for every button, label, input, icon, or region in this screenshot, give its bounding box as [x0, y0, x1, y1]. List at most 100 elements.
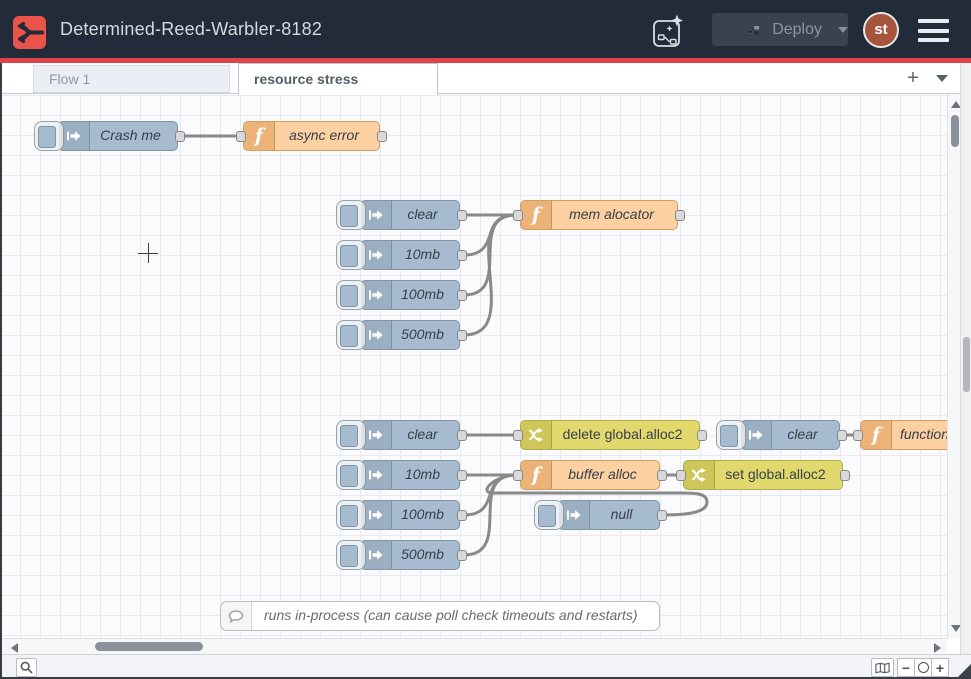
- output-port[interactable]: [657, 470, 667, 481]
- tab-label: Flow 1: [49, 71, 90, 87]
- main-menu-icon[interactable]: [918, 19, 949, 42]
- node-label: set global.alloc2: [715, 461, 836, 488]
- user-avatar[interactable]: st: [863, 12, 899, 48]
- wire-500mb-mem-to-mem-alocator[interactable]: [464, 215, 516, 335]
- window-scrollbar[interactable]: [960, 63, 971, 679]
- node-label: 100mb: [392, 281, 453, 308]
- output-port[interactable]: [175, 131, 185, 142]
- node-500mb-buf[interactable]: 500mb: [360, 540, 460, 570]
- node-crash-me[interactable]: Crash me: [58, 121, 178, 151]
- output-port[interactable]: [457, 290, 467, 301]
- node-100mb-buf[interactable]: 100mb: [360, 500, 460, 530]
- inject-trigger-inner: [340, 425, 358, 447]
- node-label: clear: [772, 421, 833, 448]
- inject-trigger-inner: [340, 545, 358, 567]
- node-500mb-mem[interactable]: 500mb: [360, 320, 460, 350]
- zoom-out-button[interactable]: −: [897, 658, 915, 677]
- zoom-in-button[interactable]: +: [931, 658, 949, 677]
- vertical-scroll-thumb[interactable]: [951, 115, 959, 147]
- input-port[interactable]: [513, 430, 523, 441]
- output-port[interactable]: [377, 131, 387, 142]
- node-label: 10mb: [392, 241, 453, 268]
- output-port[interactable]: [457, 330, 467, 341]
- output-port[interactable]: [675, 210, 685, 221]
- input-port[interactable]: [676, 470, 686, 481]
- horizontal-scroll-thumb[interactable]: [95, 642, 203, 651]
- deploy-button[interactable]: Deploy: [712, 13, 848, 46]
- output-port[interactable]: [457, 250, 467, 261]
- node-red-editor: Determined-Reed-Warbler-8182 Deploy st: [0, 0, 971, 679]
- ai-assistant-icon[interactable]: [650, 12, 688, 50]
- input-port[interactable]: [236, 131, 246, 142]
- add-flow-button[interactable]: +: [900, 65, 926, 91]
- inject-icon: [361, 201, 392, 229]
- output-port[interactable]: [840, 470, 850, 481]
- node-label: null: [590, 501, 653, 528]
- search-button[interactable]: [16, 658, 37, 677]
- node-clear-fn[interactable]: clear: [740, 420, 840, 450]
- tab-flow-1[interactable]: Flow 1: [33, 65, 230, 93]
- node-comment[interactable]: runs in-process (can cause poll check ti…: [220, 601, 660, 631]
- resize-grip: [956, 664, 971, 679]
- node-label: buffer alloc: [552, 461, 653, 488]
- node-label: delete global.alloc2: [552, 421, 693, 448]
- node-clear-mem[interactable]: clear: [360, 200, 460, 230]
- node-label: async error: [275, 122, 373, 149]
- editor-footer: − +: [0, 654, 971, 679]
- flow-list-caret-icon[interactable]: [936, 75, 948, 82]
- app-header: Determined-Reed-Warbler-8182 Deploy st: [0, 0, 971, 58]
- node-buffer-alloc[interactable]: fbuffer alloc: [520, 460, 660, 490]
- change-icon: [684, 461, 715, 489]
- zoom-reset-icon: [918, 662, 929, 673]
- zoom-reset-button[interactable]: [914, 658, 932, 677]
- tab-resource-stress[interactable]: resource stress: [238, 63, 438, 95]
- tab-label: resource stress: [254, 71, 358, 87]
- node-10mb-buf[interactable]: 10mb: [360, 460, 460, 490]
- wire-layer: [0, 94, 947, 638]
- node-label: 10mb: [392, 461, 453, 488]
- inject-trigger-inner: [340, 505, 358, 527]
- inject-trigger-inner: [538, 505, 556, 527]
- node-delete-global-alloc2[interactable]: delete global.alloc2: [520, 420, 700, 450]
- scroll-left-icon[interactable]: [11, 643, 18, 653]
- node-mem-alocator[interactable]: fmem alocator: [520, 200, 678, 230]
- inject-icon: [361, 501, 392, 529]
- node-set-global-alloc2[interactable]: set global.alloc2: [683, 460, 843, 490]
- node-async-error[interactable]: fasync error: [243, 121, 380, 151]
- input-port[interactable]: [853, 430, 863, 441]
- output-port[interactable]: [697, 430, 707, 441]
- output-port[interactable]: [837, 430, 847, 441]
- navigator-button[interactable]: [871, 658, 894, 677]
- scroll-right-icon[interactable]: [934, 643, 941, 653]
- node-label: runs in-process (can cause poll check ti…: [252, 602, 653, 629]
- inject-icon: [361, 281, 392, 309]
- inject-trigger-inner: [38, 126, 56, 148]
- canvas-vertical-scrollbar[interactable]: [947, 94, 961, 638]
- input-port[interactable]: [513, 210, 523, 221]
- node-label: 500mb: [392, 321, 453, 348]
- node-null-inject[interactable]: null: [558, 500, 660, 530]
- output-port[interactable]: [457, 210, 467, 221]
- node-function[interactable]: ffunction: [860, 420, 947, 450]
- zoom-controls: − +: [898, 658, 949, 677]
- deploy-options-caret-icon[interactable]: [838, 27, 848, 33]
- canvas-horizontal-scrollbar[interactable]: [0, 638, 947, 654]
- node-10mb-mem[interactable]: 10mb: [360, 240, 460, 270]
- output-port[interactable]: [657, 510, 667, 521]
- flowfuse-logo-icon[interactable]: [13, 16, 46, 49]
- flow-canvas[interactable]: Crash me fasync error clear 10mb 100mb 500mb f…: [0, 94, 947, 638]
- inject-icon: [361, 461, 392, 489]
- search-icon: [20, 661, 33, 674]
- change-icon: [521, 421, 552, 449]
- comment-icon: [221, 602, 252, 630]
- node-label: Crash me: [90, 122, 171, 149]
- output-port[interactable]: [457, 510, 467, 521]
- output-port[interactable]: [457, 550, 467, 561]
- node-clear-buf[interactable]: clear: [360, 420, 460, 450]
- window-scroll-thumb[interactable]: [963, 337, 970, 392]
- node-100mb-mem[interactable]: 100mb: [360, 280, 460, 310]
- output-port[interactable]: [457, 470, 467, 481]
- input-port[interactable]: [513, 470, 523, 481]
- inject-trigger-inner: [340, 325, 358, 347]
- output-port[interactable]: [457, 430, 467, 441]
